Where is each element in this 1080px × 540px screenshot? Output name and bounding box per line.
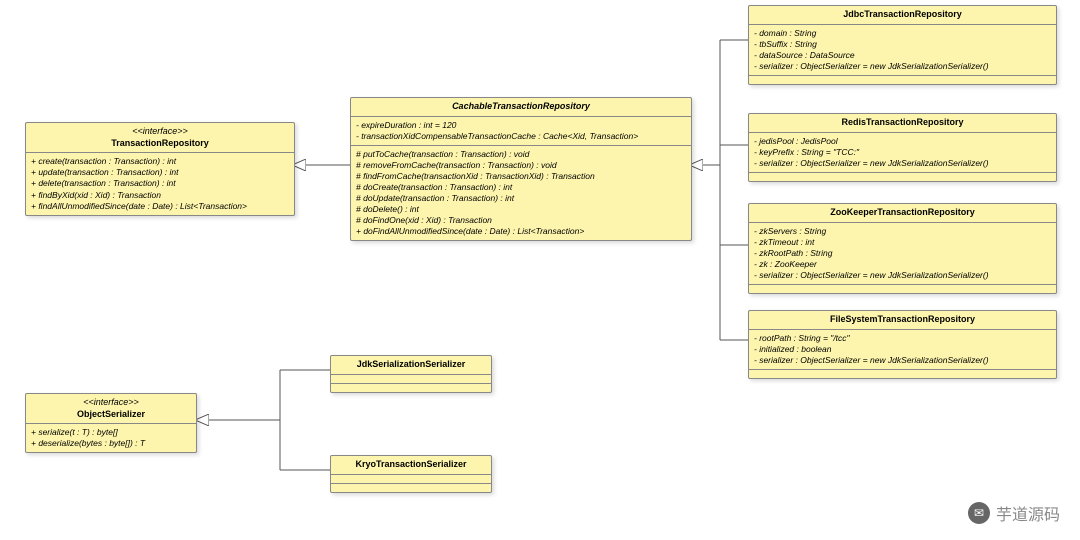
- methods-section: + create(transaction : Transaction) : in…: [26, 153, 294, 214]
- class-title: JdkSerializationSerializer: [331, 356, 491, 375]
- fields-section: - expireDuration : int = 120 - transacti…: [351, 117, 691, 146]
- class-transaction-repository: <<interface>> TransactionRepository + cr…: [25, 122, 295, 216]
- class-title: CachableTransactionRepository: [351, 98, 691, 117]
- class-filesystem-transaction-repository: FileSystemTransactionRepository - rootPa…: [748, 310, 1057, 379]
- fields-section: - zkServers : String - zkTimeout : int -…: [749, 223, 1056, 285]
- wechat-icon: ✉: [968, 502, 990, 524]
- class-cachable-transaction-repository: CachableTransactionRepository - expireDu…: [350, 97, 692, 241]
- class-title: <<interface>> TransactionRepository: [26, 123, 294, 153]
- fields-section: - rootPath : String = "/tcc" - initializ…: [749, 330, 1056, 370]
- class-zookeeper-transaction-repository: ZooKeeperTransactionRepository - zkServe…: [748, 203, 1057, 294]
- class-title: ZooKeeperTransactionRepository: [749, 204, 1056, 223]
- class-jdk-serialization-serializer: JdkSerializationSerializer: [330, 355, 492, 393]
- class-title: RedisTransactionRepository: [749, 114, 1056, 133]
- class-title: JdbcTransactionRepository: [749, 6, 1056, 25]
- class-jdbc-transaction-repository: JdbcTransactionRepository - domain : Str…: [748, 5, 1057, 85]
- fields-section: - jedisPool : JedisPool - keyPrefix : St…: [749, 133, 1056, 173]
- methods-section: # putToCache(transaction : Transaction) …: [351, 146, 691, 240]
- class-redis-transaction-repository: RedisTransactionRepository - jedisPool :…: [748, 113, 1057, 182]
- fields-section: - domain : String - tbSuffix : String - …: [749, 25, 1056, 76]
- class-title: <<interface>> ObjectSerializer: [26, 394, 196, 424]
- class-title: FileSystemTransactionRepository: [749, 311, 1056, 330]
- class-title: KryoTransactionSerializer: [331, 456, 491, 475]
- watermark: ✉ 芋道源码: [968, 501, 1060, 525]
- class-object-serializer: <<interface>> ObjectSerializer + seriali…: [25, 393, 197, 453]
- watermark-text: 芋道源码: [996, 501, 1060, 525]
- class-kryo-transaction-serializer: KryoTransactionSerializer: [330, 455, 492, 493]
- methods-section: + serialize(t : T) : byte[] + deserializ…: [26, 424, 196, 452]
